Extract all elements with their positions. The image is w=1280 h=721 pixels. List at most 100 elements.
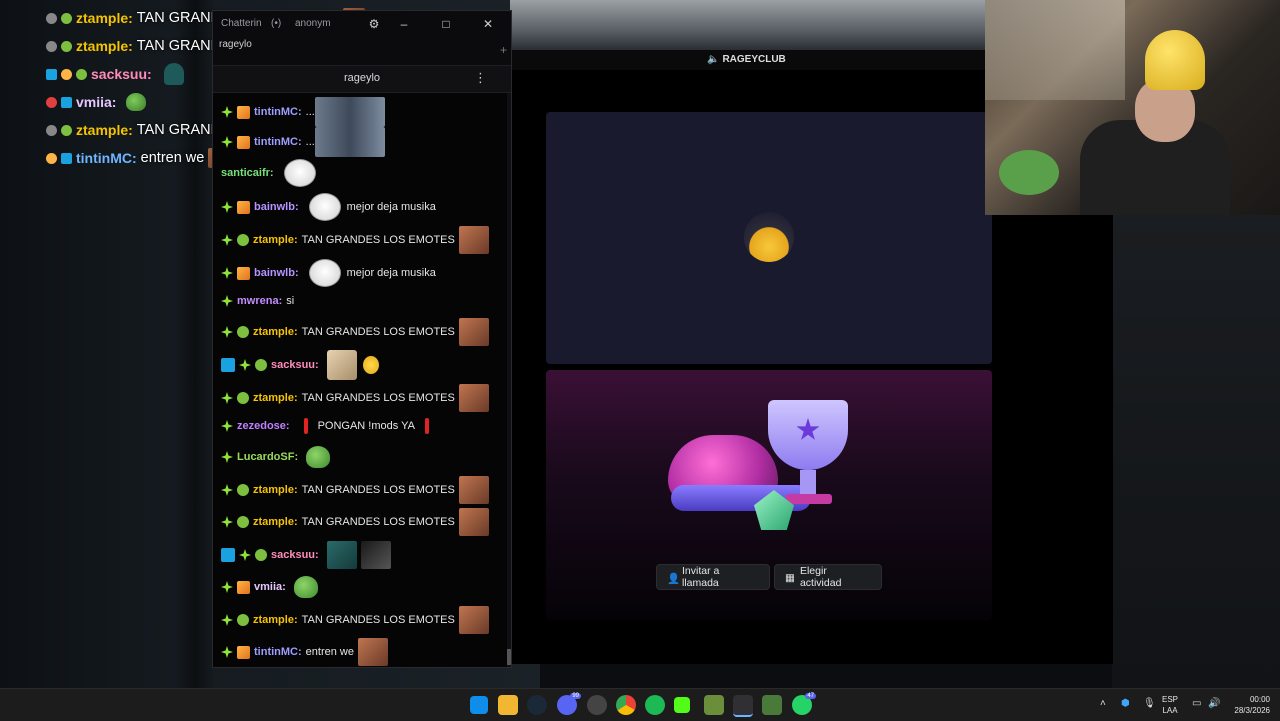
chatterino-titlebar[interactable]: Chatterin (•) anonym ⚙ – □ ✕ xyxy=(213,11,511,37)
microphone-icon[interactable]: 🎙 xyxy=(1143,698,1156,709)
display-icon[interactable]: ▭ xyxy=(1192,698,1201,709)
sparkle-badge-icon xyxy=(221,646,233,658)
pepe-emote-icon xyxy=(306,446,331,468)
chat-username[interactable]: santicaifr: xyxy=(221,167,274,179)
chatterino-icon[interactable] xyxy=(733,695,753,717)
close-button[interactable]: ✕ xyxy=(477,14,499,34)
chat-username[interactable]: tintinMC: xyxy=(254,136,302,148)
scrollbar-thumb[interactable] xyxy=(507,649,511,665)
settings-icon[interactable]: ⚙ xyxy=(363,14,385,34)
sparkle-badge-icon xyxy=(221,136,233,148)
chat-text: TAN GRANDES LOS EMOTES xyxy=(301,392,455,404)
sub-badge-icon xyxy=(76,68,87,80)
more-options-icon[interactable]: ⋮ xyxy=(474,70,487,86)
invite-to-call-button[interactable]: 👤 Invitar a llamada xyxy=(656,564,770,590)
spotify-icon[interactable] xyxy=(645,695,665,715)
exclamation-icon xyxy=(424,418,429,434)
star-icon xyxy=(796,418,820,440)
chat-username[interactable]: LucardoSF: xyxy=(237,451,298,463)
overlay-user: vmiia: xyxy=(76,94,117,110)
chat-message: ztample: TAN GRANDES LOS EMOTES xyxy=(221,475,501,505)
chat-username[interactable]: bainwlb: xyxy=(254,201,299,213)
kick-icon[interactable] xyxy=(674,697,690,713)
chrome-icon[interactable] xyxy=(616,695,636,715)
sparkle-badge-icon xyxy=(221,420,233,432)
participant-tile[interactable] xyxy=(546,112,992,364)
frog-plush xyxy=(999,150,1059,195)
pepe-emote-icon xyxy=(293,576,318,598)
obs-icon[interactable] xyxy=(587,695,607,715)
chat-username[interactable]: tintinMC: xyxy=(254,646,302,658)
discord-icon[interactable]: 99 xyxy=(557,693,581,715)
sparkle-badge-icon xyxy=(239,549,251,561)
face-emote-icon xyxy=(458,606,489,634)
chat-scrollbar[interactable] xyxy=(507,93,511,667)
sparkle-badge-icon xyxy=(221,267,233,279)
chat-text: TAN GRANDES LOS EMOTES xyxy=(301,516,455,528)
message-list[interactable]: tintinMC: ... tintinMC: ... santicaifr: … xyxy=(213,93,511,667)
badge-icon xyxy=(46,96,57,108)
chat-username[interactable]: ztample: xyxy=(253,614,298,626)
chat-username[interactable]: ztample: xyxy=(253,234,298,246)
chevron-up-icon[interactable]: ˄ xyxy=(1100,698,1106,709)
tab-rageylo[interactable]: rageylo xyxy=(219,39,252,50)
gift-badge-icon xyxy=(237,200,250,214)
overlay-user: tintinMC: xyxy=(76,150,137,166)
start-menu-icon[interactable] xyxy=(470,696,488,714)
security-icon[interactable]: ⬢ xyxy=(1121,698,1130,709)
chat-username[interactable]: ztample: xyxy=(253,392,298,404)
badge-icon xyxy=(46,40,57,52)
sparkle-badge-icon xyxy=(221,295,233,307)
language-indicator[interactable]: ESP LAA xyxy=(1162,694,1178,716)
chat-username[interactable]: tintinMC: xyxy=(254,106,302,118)
sub-badge-icon xyxy=(255,549,267,561)
volume-icon: 🔈 xyxy=(707,54,720,65)
chat-username[interactable]: mwrena: xyxy=(237,295,282,307)
channel-title-text: RAGEYCLUB xyxy=(722,54,786,65)
gift-badge-icon xyxy=(237,135,250,149)
chat-message: LucardoSF: xyxy=(221,443,501,471)
maximize-button[interactable]: □ xyxy=(435,14,457,34)
window-tab[interactable]: Chatterin xyxy=(221,18,262,29)
trophy-base xyxy=(786,494,832,504)
face-emote-icon xyxy=(458,318,489,346)
overlay-user: sacksuu: xyxy=(91,66,152,82)
sub-badge-icon xyxy=(255,359,267,371)
add-tab-icon[interactable]: + xyxy=(500,43,507,57)
chat-username[interactable]: sacksuu: xyxy=(271,549,319,561)
file-explorer-icon[interactable] xyxy=(498,695,518,715)
overlay-user: ztample: xyxy=(76,10,133,26)
cube-badge-icon xyxy=(61,96,72,108)
gif-emote-icon xyxy=(314,127,385,157)
overlay-user: ztample: xyxy=(76,38,133,54)
chat-username[interactable]: bainwlb: xyxy=(254,267,299,279)
sword-badge-icon xyxy=(221,358,235,372)
chat-text: mejor deja musika xyxy=(346,267,436,279)
activity-label: Elegir actividad xyxy=(799,565,842,589)
channel-name[interactable]: rageylo xyxy=(213,72,511,84)
volume-icon[interactable]: 🔊 xyxy=(1208,698,1220,709)
steam-icon[interactable] xyxy=(527,695,547,715)
gift-badge-icon xyxy=(237,266,250,280)
chat-username[interactable]: zezedose: xyxy=(237,420,290,432)
minimize-button[interactable]: – xyxy=(393,14,415,34)
cat-emote-icon xyxy=(326,350,357,380)
sword-badge-icon xyxy=(221,548,235,562)
invite-label: Invitar a llamada xyxy=(682,565,720,589)
chat-username[interactable]: ztample: xyxy=(253,516,298,528)
choose-activity-button[interactable]: ▦ Elegir actividad xyxy=(774,564,882,590)
broadcast-icon[interactable]: (•) xyxy=(271,18,281,29)
whatsapp-icon[interactable]: 47 xyxy=(792,693,816,715)
chat-message: bainwlb: mejor deja musika xyxy=(221,257,501,289)
account-tab[interactable]: anonym xyxy=(295,18,331,29)
chat-username[interactable]: sacksuu: xyxy=(271,359,319,371)
minecraft-launcher-icon[interactable] xyxy=(762,695,782,715)
clock[interactable]: 00:00 28/3/2026 xyxy=(1228,694,1270,716)
chat-username[interactable]: ztample: xyxy=(253,484,298,496)
chat-username[interactable]: vmiia: xyxy=(254,581,286,593)
sword-badge-icon xyxy=(46,68,57,80)
ok-hand-icon xyxy=(362,356,379,374)
chat-username[interactable]: ztample: xyxy=(253,326,298,338)
minecraft-icon[interactable] xyxy=(704,695,724,715)
trollface-emote-icon xyxy=(308,259,341,287)
